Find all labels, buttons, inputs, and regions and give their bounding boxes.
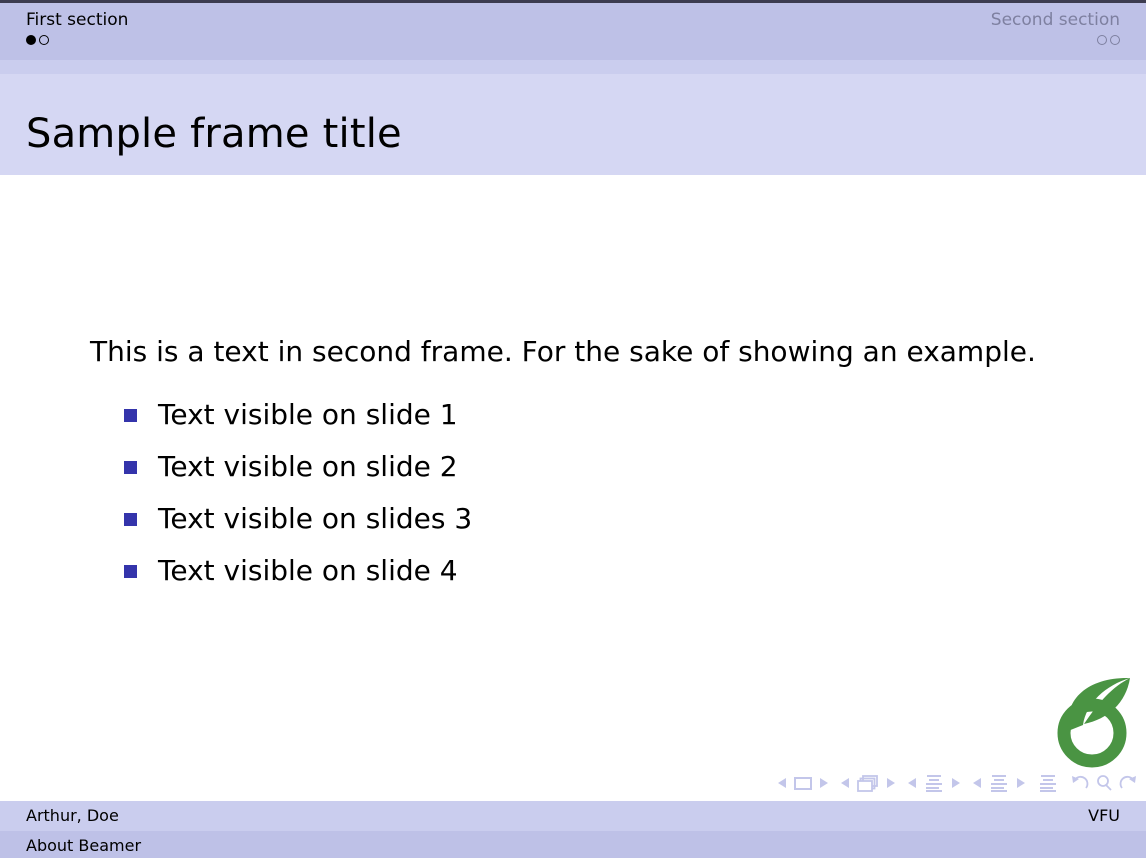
prev-triangle-icon[interactable] [907,776,918,790]
footer-short-title: About Beamer [26,836,142,855]
navsym-group-presentation [1037,773,1059,793]
next-triangle-icon[interactable] [950,776,961,790]
beamer-navigation-symbols [738,771,1138,795]
footline-title-row: About Beamer [0,831,1146,858]
nav-section-label: Second section [990,10,1120,30]
navsym-group-history [1070,774,1138,792]
navsym-group-section [972,773,1026,793]
back-icon[interactable] [1070,774,1090,792]
frame-title-bar: Sample frame title [0,74,1146,175]
frame-icon[interactable] [856,774,880,792]
nav-slide-dot[interactable] [39,35,49,45]
nav-slide-dots [991,33,1120,47]
bullet-list: Text visible on slide 1 Text visible on … [124,389,472,597]
slide-body: This is a text in second frame. For the … [0,175,1146,801]
next-triangle-icon[interactable] [1015,776,1026,790]
list-item-label: Text visible on slide 1 [158,398,458,431]
list-item: Text visible on slide 2 [124,441,472,493]
square-bullet-icon [124,512,137,526]
nav-slide-dot-current[interactable] [26,35,36,45]
forward-icon[interactable] [1118,774,1138,792]
footer-author: Arthur, Doe [26,806,119,825]
nav-section-label: First section [26,10,129,30]
navsym-group-slide [777,775,829,791]
list-item: Text visible on slides 3 [124,493,472,545]
next-triangle-icon[interactable] [818,776,829,790]
navsym-group-frame [840,774,896,792]
next-triangle-icon[interactable] [885,776,896,790]
sprout-logo [1046,669,1138,769]
square-bullet-icon [124,564,137,578]
nav-section-second[interactable]: Second section [991,11,1120,47]
list-item-label: Text visible on slide 4 [158,554,458,587]
list-item: Text visible on slide 1 [124,389,472,441]
square-bullet-icon [124,408,137,422]
nav-slide-dots [26,33,128,47]
list-item-label: Text visible on slides 3 [158,502,473,535]
prev-triangle-icon[interactable] [972,776,983,790]
presentation-icon[interactable] [1037,773,1059,793]
nav-slide-dot[interactable] [1097,35,1107,45]
nav-section-first[interactable]: First section [26,11,128,47]
square-bullet-icon [124,460,137,474]
navigation-separator [0,60,1146,74]
prev-triangle-icon[interactable] [840,776,851,790]
footline: Arthur, Doe VFU About Beamer [0,801,1146,858]
footer-institute: VFU [1088,806,1120,825]
prev-triangle-icon[interactable] [777,776,788,790]
navigation-bar [0,3,1146,60]
navsym-group-subsection [907,773,961,793]
nav-slide-dot[interactable] [1110,35,1120,45]
subsection-icon[interactable] [923,773,945,793]
frame-title: Sample frame title [26,111,402,157]
lead-paragraph: This is a text in second frame. For the … [90,335,1036,368]
search-icon[interactable] [1095,774,1113,792]
beamer-slide: First section Second section Sample fram… [0,0,1146,858]
list-item: Text visible on slide 4 [124,545,472,597]
section-icon[interactable] [988,773,1010,793]
footline-author-row: Arthur, Doe VFU [0,801,1146,831]
slide-icon[interactable] [793,775,813,791]
list-item-label: Text visible on slide 2 [158,450,458,483]
